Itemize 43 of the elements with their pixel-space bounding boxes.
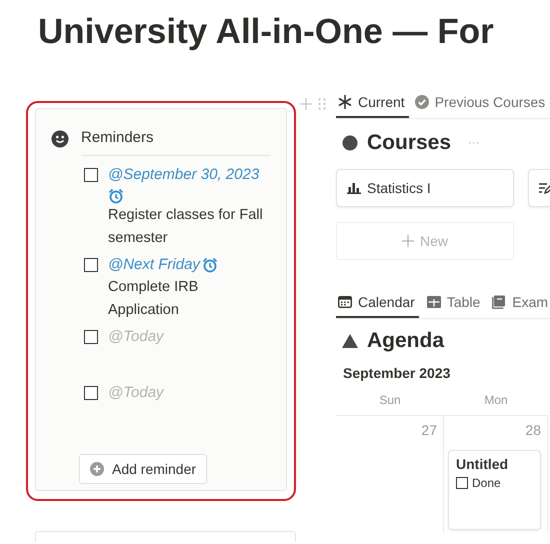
event-card[interactable]: Untitled Done bbox=[448, 450, 541, 530]
page-title: University All-in-One — For bbox=[37, 11, 495, 53]
event-title: Untitled bbox=[456, 456, 510, 472]
weekday-label: Sun bbox=[336, 393, 444, 416]
checkbox-label: Done bbox=[472, 476, 501, 490]
month-label: September 2023 bbox=[343, 365, 452, 381]
view-tab[interactable]: Previous Courses bbox=[412, 88, 550, 118]
circle-icon bbox=[342, 135, 358, 151]
checkbox[interactable] bbox=[456, 477, 468, 489]
reminder-text: Complete IRB Application bbox=[108, 278, 200, 320]
course-card[interactable]: Statistics I bbox=[336, 169, 514, 207]
card-title: Statistics I bbox=[367, 180, 431, 196]
day-number: 27 bbox=[421, 422, 437, 438]
day-number: 28 bbox=[525, 422, 541, 438]
triangle-icon bbox=[342, 334, 358, 348]
drag-handle-icon bbox=[318, 98, 326, 110]
reminder-text: Register classes for Fall semester bbox=[108, 206, 264, 248]
table-icon bbox=[426, 295, 441, 309]
smiley-icon bbox=[51, 130, 69, 148]
weekday-label: Mon bbox=[444, 393, 548, 416]
date-mention[interactable]: @September 30, 2023 bbox=[108, 164, 260, 186]
checkbox[interactable] bbox=[84, 386, 98, 400]
checkbox[interactable] bbox=[84, 258, 98, 272]
card-heading: Reminders bbox=[81, 129, 271, 156]
date-mention[interactable]: @Next Friday bbox=[108, 254, 200, 276]
view-tab[interactable]: Calendar bbox=[336, 288, 419, 318]
section-heading: Courses bbox=[367, 131, 452, 155]
view-tab[interactable]: Current bbox=[336, 88, 409, 118]
checkbox[interactable] bbox=[84, 168, 98, 182]
view-tab[interactable]: Exam bbox=[490, 288, 550, 318]
bar-chart-icon bbox=[347, 182, 361, 194]
plus-icon bbox=[402, 235, 414, 247]
view-tab[interactable]: Table bbox=[424, 288, 484, 318]
calendar-icon bbox=[338, 295, 352, 309]
plus-circle-icon bbox=[90, 462, 104, 476]
plus-icon bbox=[300, 98, 312, 110]
edit-list-icon bbox=[539, 182, 550, 194]
section-heading: Agenda bbox=[367, 329, 444, 353]
add-reminder-button[interactable]: Add reminder bbox=[79, 454, 208, 484]
checkbox[interactable] bbox=[84, 330, 98, 344]
check-circle-icon bbox=[414, 95, 429, 109]
asterisk-icon bbox=[338, 95, 352, 109]
book-icon bbox=[492, 295, 506, 309]
